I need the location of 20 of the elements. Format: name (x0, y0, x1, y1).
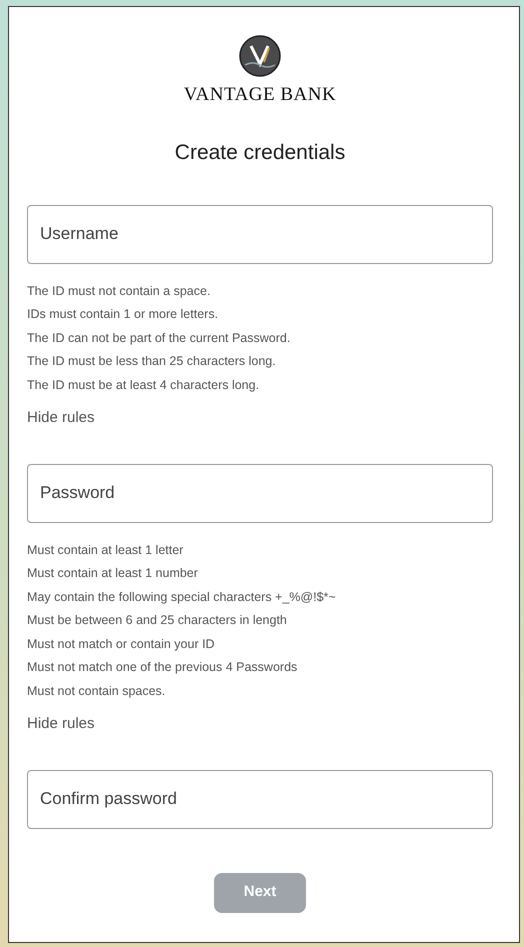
rule-text: Must not contain spaces. (27, 684, 166, 698)
input-field[interactable]: Password (27, 464, 493, 523)
hide-rules-link[interactable]: Hide rules (27, 713, 95, 736)
rule-text: Must not match or contain your ID (27, 636, 215, 651)
rule-text: The ID can not be part of the current Password. (27, 330, 290, 345)
input-field[interactable]: Username (27, 204, 493, 264)
bank-logo-icon (239, 35, 281, 77)
input-field[interactable]: Confirm password (27, 770, 493, 829)
rule-text: May contain the following special characters +_%@!$*~ (27, 590, 336, 604)
rule-text: Must contain at least 1 letter (27, 542, 184, 557)
rule-text: The ID must not contain a space. (27, 284, 210, 298)
rule-text: Must contain at least 1 number (27, 566, 198, 580)
rule-text: The ID must be less than 25 characters long. (27, 354, 276, 368)
page-title: Create credentials (174, 140, 346, 165)
rule-text: Must be between 6 and 25 characters in length (27, 613, 287, 628)
rule-text: The ID must be at least 4 characters long. (27, 378, 260, 392)
rule-text: IDs must contain 1 or more letters. (27, 307, 218, 322)
hide-rules-link[interactable]: Hide rules (27, 407, 95, 430)
rule-text: Must not match one of the previous 4 Passwords (27, 660, 298, 674)
bank-name: VANTAGE BANK (184, 83, 336, 107)
